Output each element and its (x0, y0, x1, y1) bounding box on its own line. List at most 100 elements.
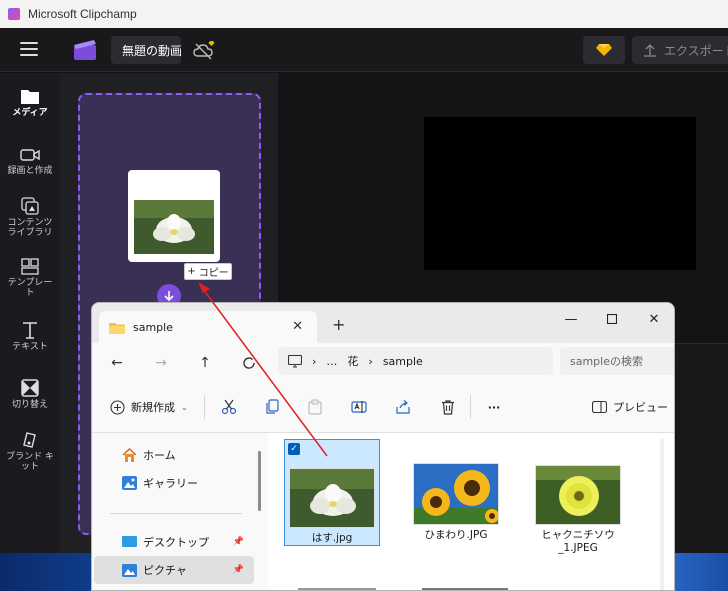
paste-icon[interactable] (306, 398, 324, 416)
new-tab-button[interactable]: + (332, 315, 345, 334)
video-preview[interactable] (424, 117, 696, 270)
upload-icon (644, 44, 656, 57)
chevron-right-icon: › (368, 354, 373, 368)
desktop-icon (122, 536, 137, 547)
file-name: ひまわり.JPG (424, 529, 488, 541)
sidebar-item-label: ホーム (143, 449, 176, 462)
breadcrumb-item[interactable]: sample (383, 355, 423, 368)
template-icon (21, 258, 39, 275)
library-icon (21, 197, 39, 215)
address-bar[interactable]: › … 花 › sample (278, 347, 553, 375)
maximize-button[interactable] (602, 309, 622, 329)
sidebar-item-home[interactable]: ホーム (94, 441, 254, 469)
file-list-scrollbar[interactable] (660, 439, 664, 590)
dragged-file-thumbnail (128, 170, 220, 262)
window-title: Microsoft Clipchamp (28, 7, 137, 21)
explorer-tab-bar: sample ✕ + — ✕ (92, 303, 674, 343)
export-button[interactable]: エクスポート (632, 36, 728, 64)
rail-label: テンプレート (7, 278, 53, 298)
breadcrumb-item[interactable]: 花 (347, 353, 358, 369)
close-window-button[interactable]: ✕ (644, 309, 664, 329)
command-bar: 新規作成 ⌄ ··· プレビュー (92, 383, 674, 433)
sidebar-item-label: ピクチャ (143, 564, 187, 577)
new-label: 新規作成 (131, 401, 175, 414)
forward-button[interactable]: → (151, 353, 171, 373)
delete-icon[interactable] (439, 398, 457, 416)
rail-label: ブランド キット (6, 452, 54, 472)
rail-item-content-library[interactable]: コンテンツ ライブラリ (0, 197, 60, 238)
rail-item-transitions[interactable]: 切り替え (0, 379, 60, 410)
rail-item-record[interactable]: 録画と作成 (0, 147, 60, 176)
file-thumbnail-zinnia (535, 465, 621, 525)
text-icon (23, 322, 37, 339)
rail-label: 切り替え (11, 400, 48, 410)
gallery-icon (122, 476, 137, 490)
rail-label: コンテンツ ライブラリ (7, 218, 53, 238)
close-tab-icon[interactable]: ✕ (292, 319, 303, 334)
rail-item-templates[interactable]: テンプレート (0, 257, 60, 298)
maximize-icon (607, 314, 617, 324)
file-thumbnail-sunflower (413, 463, 499, 525)
diamond-icon (596, 44, 612, 56)
file-item-sunflower[interactable]: ひまわり.JPG (408, 439, 504, 542)
search-input[interactable]: sampleの検索 (560, 347, 674, 375)
back-button[interactable]: ← (107, 353, 127, 373)
plus-circle-icon (110, 399, 125, 415)
up-button[interactable]: ↑ (195, 353, 215, 373)
pin-icon[interactable]: 📌 (233, 565, 244, 575)
file-name: ヒャクニチソウ_1.JPEG (541, 529, 615, 554)
minimize-button[interactable]: — (561, 309, 581, 329)
file-list: ✓ はす.jpg ひまわり.JPG ヒャクニチソウ_1.JPEG (268, 433, 674, 590)
rail-label: 録画と作成 (7, 166, 53, 176)
export-label: エクスポート (664, 43, 728, 58)
cloud-off-icon[interactable] (192, 40, 216, 62)
refresh-button[interactable] (239, 353, 259, 373)
rename-icon[interactable] (350, 398, 368, 416)
more-icon[interactable]: ··· (485, 398, 503, 416)
breadcrumb-overflow[interactable]: … (326, 355, 337, 368)
brand-kit-icon (23, 432, 36, 448)
sidebar-item-gallery[interactable]: ギャラリー (94, 469, 254, 497)
plus-icon: + (187, 266, 196, 277)
sidebar-scrollbar[interactable] (258, 451, 261, 511)
explorer-tab[interactable]: sample ✕ (99, 311, 317, 343)
file-name: はす.jpg (311, 532, 353, 544)
new-button[interactable]: 新規作成 ⌄ (110, 399, 188, 415)
pin-icon[interactable]: 📌 (233, 537, 244, 547)
file-item-lotus[interactable]: ✓ はす.jpg (284, 439, 380, 546)
home-icon (122, 448, 137, 462)
copy-icon[interactable] (263, 398, 281, 416)
folder-icon (21, 90, 39, 104)
separator (470, 395, 471, 419)
lotus-image (134, 200, 214, 254)
preview-label: プレビュー (613, 401, 668, 414)
rail-item-brand-kit[interactable]: ブランド キット (0, 431, 60, 472)
separator (204, 395, 205, 419)
monitor-icon (288, 354, 302, 368)
menu-icon[interactable] (20, 42, 38, 56)
cut-icon[interactable] (220, 398, 238, 416)
clipchamp-logo-icon (74, 40, 96, 60)
share-icon[interactable] (394, 398, 412, 416)
file-item-zinnia[interactable]: ヒャクニチソウ_1.JPEG (530, 439, 626, 555)
sidebar-item-label: ギャラリー (143, 477, 198, 490)
rail-label: テキスト (12, 342, 48, 352)
sidebar-item-desktop[interactable]: デスクトップ 📌 (94, 528, 254, 556)
explorer-window: sample ✕ + — ✕ ← → ↑ › … 花 › sample samp… (91, 302, 675, 591)
premium-button[interactable] (583, 36, 625, 64)
project-title[interactable]: 無題の動画 (111, 36, 181, 64)
rail-label: メディア (12, 108, 48, 118)
clipchamp-titlebar: Microsoft Clipchamp (0, 0, 728, 28)
clipchamp-header: 無題の動画 エクスポート (0, 28, 728, 72)
rail-item-media[interactable]: メディア (0, 87, 60, 118)
chevron-down-icon: ⌄ (181, 402, 188, 412)
preview-pane-button[interactable]: プレビュー (592, 399, 668, 415)
sidebar-item-label: デスクトップ (143, 536, 209, 549)
drag-copy-badge: + コピー (184, 263, 232, 280)
transition-icon (21, 379, 39, 397)
rail-item-text[interactable]: テキスト (0, 321, 60, 352)
sidebar-divider (110, 513, 242, 514)
checkbox-checked-icon[interactable]: ✓ (288, 443, 300, 455)
sidebar-item-pictures[interactable]: ピクチャ 📌 (94, 556, 254, 584)
chevron-right-icon: › (312, 354, 317, 368)
